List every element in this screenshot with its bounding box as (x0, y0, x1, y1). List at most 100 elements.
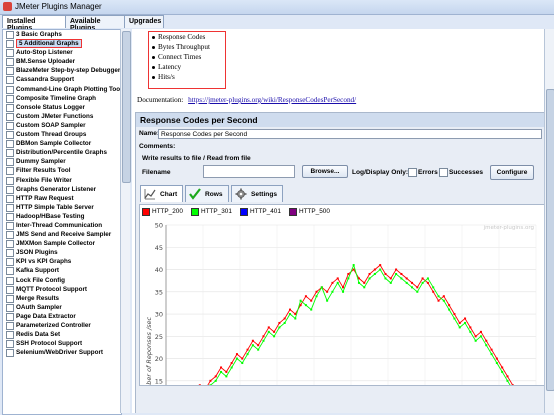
plugin-list-item[interactable]: Auto-Stop Listener (3, 48, 121, 58)
data-point (389, 277, 392, 280)
configure-button[interactable]: Configure (490, 165, 534, 180)
plugin-list-item[interactable]: JMXMon Sample Collector (3, 239, 121, 249)
plugin-list-item[interactable]: Composite Timeline Graph (3, 94, 121, 103)
plugin-checkbox[interactable] (6, 185, 14, 194)
plugin-checkbox[interactable] (6, 203, 14, 212)
browse-button[interactable]: Browse... (302, 165, 348, 178)
plugin-checkbox[interactable] (6, 349, 14, 358)
details-scroll-thumb[interactable] (546, 89, 554, 391)
plugin-checkbox[interactable] (6, 94, 14, 103)
data-point (310, 308, 313, 311)
plugin-checkbox[interactable] (6, 149, 14, 158)
plugin-checkbox[interactable] (6, 212, 14, 221)
plugin-checkbox[interactable] (6, 322, 14, 330)
plugin-list-item[interactable]: Distribution/Percentile Graphs (3, 148, 121, 158)
plugin-checkbox[interactable] (6, 303, 14, 312)
plugin-checkbox[interactable] (6, 67, 14, 76)
tab-installed-plugins[interactable]: Installed Plugins (2, 15, 66, 32)
plugin-list-item[interactable]: Custom JMeter Functions (3, 112, 121, 121)
plugin-checkbox[interactable] (6, 31, 14, 39)
plugin-list-item[interactable]: MQTT Protocol Support (3, 285, 121, 294)
plugin-name: Graphs Generator Listener (16, 185, 97, 193)
plugin-checkbox[interactable] (6, 258, 14, 267)
plugin-checkbox[interactable] (6, 40, 14, 49)
plugin-checkbox[interactable] (6, 112, 14, 121)
plugin-list-item[interactable]: Lock File Config (3, 276, 121, 285)
plugin-checkbox[interactable] (6, 194, 14, 203)
plugin-checkbox[interactable] (6, 249, 14, 258)
plugin-list-item[interactable]: BlazeMeter Step-by-step Debugger (3, 66, 121, 76)
plugin-checkbox[interactable] (6, 103, 14, 112)
data-point (342, 286, 345, 289)
plugin-list-item[interactable]: Redis Data Set (3, 330, 121, 340)
plugin-checkbox[interactable] (6, 285, 14, 294)
plugin-list-item[interactable]: 5 Additional Graphs (3, 39, 121, 49)
plugin-list-scroll-thumb[interactable] (122, 31, 131, 183)
plugin-list-item[interactable]: BM.Sense Uploader (3, 57, 121, 67)
plugin-checkbox[interactable] (6, 231, 14, 240)
filename-input[interactable] (203, 165, 295, 178)
plugin-checkbox[interactable] (6, 294, 14, 303)
name-field[interactable]: Response Codes per Second (158, 129, 542, 139)
plugin-checkbox[interactable] (6, 58, 14, 67)
plugin-list-item[interactable]: Custom SOAP Sampler (3, 121, 121, 130)
tab-available-plugins[interactable]: Available Plugins (65, 15, 125, 32)
plugin-checkbox[interactable] (6, 240, 14, 249)
documentation-link[interactable]: https://jmeter-plugins.org/wiki/Response… (188, 96, 356, 104)
plugin-list-item[interactable]: DBMon Sample Collector (3, 139, 121, 149)
plugin-list-item[interactable]: Parameterized Controller (3, 321, 121, 330)
plugin-list-item[interactable]: Console Status Logger (3, 103, 121, 112)
errors-checkbox[interactable] (408, 168, 417, 177)
data-point (368, 277, 371, 280)
plugin-checkbox[interactable] (6, 49, 14, 58)
plugin-checkbox[interactable] (6, 331, 14, 340)
plugin-list-item[interactable]: Page Data Extractor (3, 312, 121, 321)
plugin-checkbox[interactable] (6, 267, 14, 276)
plugin-checkbox[interactable] (6, 221, 14, 230)
plugin-list-item[interactable]: JSON Plugins (3, 248, 121, 258)
plugin-list-item[interactable]: KPI vs KPI Graphs (3, 257, 121, 267)
plugin-list-item[interactable]: JMS Send and Receive Sampler (3, 230, 121, 240)
plugin-list-scrollbar[interactable] (120, 29, 131, 413)
plugin-checkbox[interactable] (6, 340, 14, 349)
plugin-list-item[interactable]: HTTP Raw Request (3, 194, 121, 203)
plugin-checkbox[interactable] (6, 276, 14, 285)
plugin-list-item[interactable]: Kafka Support (3, 266, 121, 276)
successes-checkbox[interactable] (439, 168, 448, 177)
plugin-list-item[interactable]: Selenium/WebDriver Support (3, 348, 121, 358)
tab-upgrades[interactable]: Upgrades (124, 15, 164, 28)
details-scrollbar[interactable] (544, 29, 554, 413)
plugin-checkbox[interactable] (6, 176, 14, 185)
plugin-list-item[interactable]: Custom Thread Groups (3, 130, 121, 140)
plugin-checkbox[interactable] (6, 140, 14, 149)
plugin-checkbox[interactable] (6, 131, 14, 140)
plugin-list-item[interactable]: SSH Protocol Support (3, 339, 121, 349)
plugin-checkbox[interactable] (6, 167, 14, 176)
plugin-checkbox[interactable] (6, 121, 14, 130)
data-point (453, 317, 456, 320)
plugin-name: Flexible File Writer (16, 176, 72, 184)
plugin-checkbox[interactable] (6, 158, 14, 167)
plugin-list-item[interactable]: Command-Line Graph Plotting Tool (3, 85, 121, 94)
plugin-list-item[interactable]: HTTP Simple Table Server (3, 203, 121, 212)
plugin-list-item[interactable]: Flexible File Writer (3, 176, 121, 185)
tab-chart[interactable]: Chart (140, 185, 183, 202)
tab-settings[interactable]: Settings (231, 185, 283, 202)
plugin-checkbox[interactable] (6, 76, 14, 85)
plugin-checkbox[interactable] (6, 85, 14, 94)
tab-rows[interactable]: Rows (185, 185, 229, 202)
data-point (437, 295, 440, 298)
plugin-list-item[interactable]: OAuth Sampler (3, 303, 121, 312)
plugin-list-item[interactable]: Graphs Generator Listener (3, 185, 121, 194)
plugin-list-item[interactable]: Merge Results (3, 294, 121, 303)
plugin-list-item[interactable]: Hadoop/HBase Testing (3, 212, 121, 221)
data-point (262, 335, 265, 338)
name-label: Name: (139, 130, 160, 137)
plugin-list-item[interactable]: Inter-Thread Communication (3, 221, 121, 230)
plugin-list-item[interactable]: Filter Results Tool (3, 166, 121, 176)
plugin-checkbox[interactable] (6, 312, 14, 321)
plugin-list-item[interactable]: 3 Basic Graphs (3, 30, 121, 39)
plugin-list-item[interactable]: Dummy Sampler (3, 157, 121, 167)
legend-swatch (142, 208, 150, 216)
plugin-list-item[interactable]: Cassandra Support (3, 75, 121, 85)
